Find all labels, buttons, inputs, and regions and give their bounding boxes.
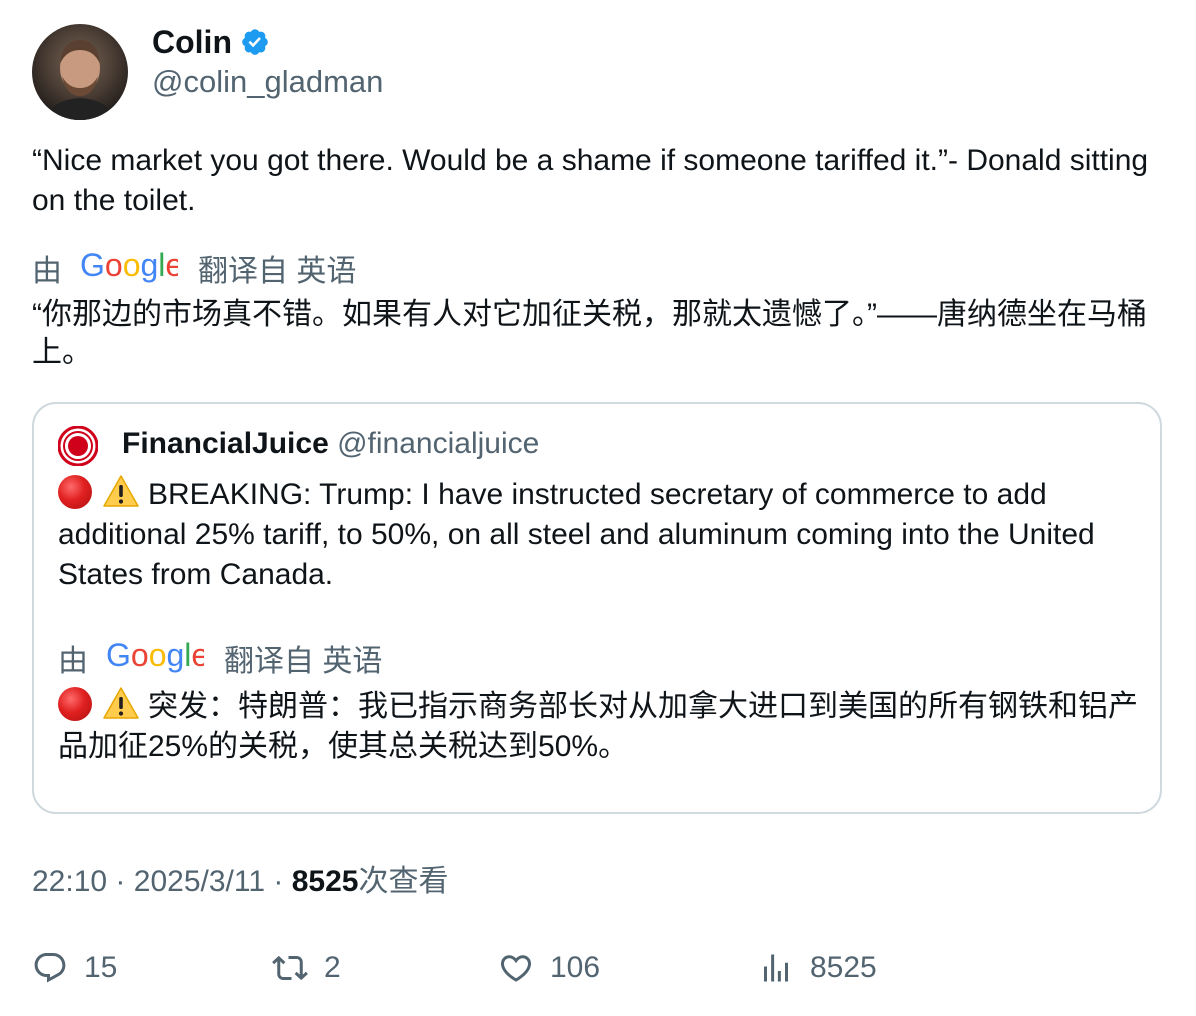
translated-tweet-text: “你那边的市场真不错。如果有人对它加征关税，那就太遗憾了。”——唐纳德坐在马桶上… — [32, 298, 1147, 369]
quoted-author-handle[interactable]: @financialjuice — [337, 427, 539, 460]
quoted-author[interactable]: FinancialJuice @financialjuice — [122, 424, 539, 464]
retweet-count: 2 — [324, 951, 341, 984]
svg-text:Google: Google — [106, 638, 204, 673]
like-button[interactable]: 106 — [498, 948, 600, 988]
like-count: 106 — [550, 951, 601, 984]
author-avatar[interactable] — [32, 24, 128, 120]
quoted-tweet-text: BREAKING: Trump: I have instructed secre… — [58, 474, 1138, 595]
translation-from-label: 翻译自 英语 — [198, 254, 357, 288]
tweet-time[interactable]: 22:10 — [32, 865, 107, 898]
translation-by-label: 由 — [32, 254, 62, 288]
reply-icon — [34, 953, 66, 983]
google-wordmark-icon: Google — [106, 637, 209, 673]
quoted-tweet-body: BREAKING: Trump: I have instructed secre… — [58, 478, 1095, 591]
retweet-icon — [272, 955, 308, 981]
meta-separator: · — [273, 865, 284, 898]
translation-attribution: 由 Google 翻译自 英语 — [32, 247, 357, 295]
author-handle[interactable]: @colin_gladman — [152, 62, 383, 102]
quoted-translated-text: 突发：特朗普：我已指示商务部长对从加拿大进口到美国的所有钢铁和铝产品加征25%的… — [58, 686, 1138, 767]
google-wordmark-icon: Google — [80, 247, 183, 283]
heart-icon — [500, 955, 532, 982]
reply-count: 15 — [84, 951, 118, 984]
author-name-row[interactable]: Colin — [152, 22, 270, 62]
financialjuice-avatar-icon[interactable] — [58, 426, 98, 466]
views-action-count: 8525 — [810, 951, 877, 984]
avatar-image — [46, 40, 114, 120]
warning-icon — [103, 687, 139, 719]
quoted-translation-from-label: 翻译自 英语 — [224, 644, 383, 678]
quoted-translated-body: 突发：特朗普：我已指示商务部长对从加拿大进口到美国的所有钢铁和铝产品加征25%的… — [58, 690, 1138, 763]
views-count: 8525 — [291, 865, 359, 898]
quoted-translation-by-label: 由 — [58, 644, 88, 678]
reply-button[interactable]: 15 — [32, 948, 117, 988]
quoted-tweet-card[interactable]: FinancialJuice @financialjuice BREAKING:… — [32, 402, 1162, 814]
author-name[interactable]: Colin — [152, 22, 232, 62]
tweet-meta: 22:10 · 2025/3/11 · 8525次查看 — [32, 862, 448, 902]
tweet-text: “Nice market you got there. Would be a s… — [32, 144, 1149, 217]
verified-badge-icon — [242, 29, 268, 55]
views-analytics-icon — [764, 954, 788, 982]
views-label: 次查看 — [358, 865, 449, 898]
quoted-google-logo: Google — [106, 637, 209, 685]
google-logo: Google — [80, 247, 183, 295]
red-circle-icon — [58, 475, 92, 509]
tweet-date[interactable]: 2025/3/11 — [134, 865, 265, 898]
svg-text:Google: Google — [80, 248, 178, 283]
warning-icon — [103, 475, 139, 507]
quoted-author-name[interactable]: FinancialJuice — [122, 427, 329, 460]
retweet-button[interactable]: 2 — [272, 948, 341, 988]
meta-separator: · — [115, 865, 126, 898]
quoted-translation-attribution: 由 Google 翻译自 英语 — [58, 637, 383, 685]
red-circle-icon — [58, 687, 92, 721]
views-button[interactable]: 8525 — [758, 948, 877, 988]
